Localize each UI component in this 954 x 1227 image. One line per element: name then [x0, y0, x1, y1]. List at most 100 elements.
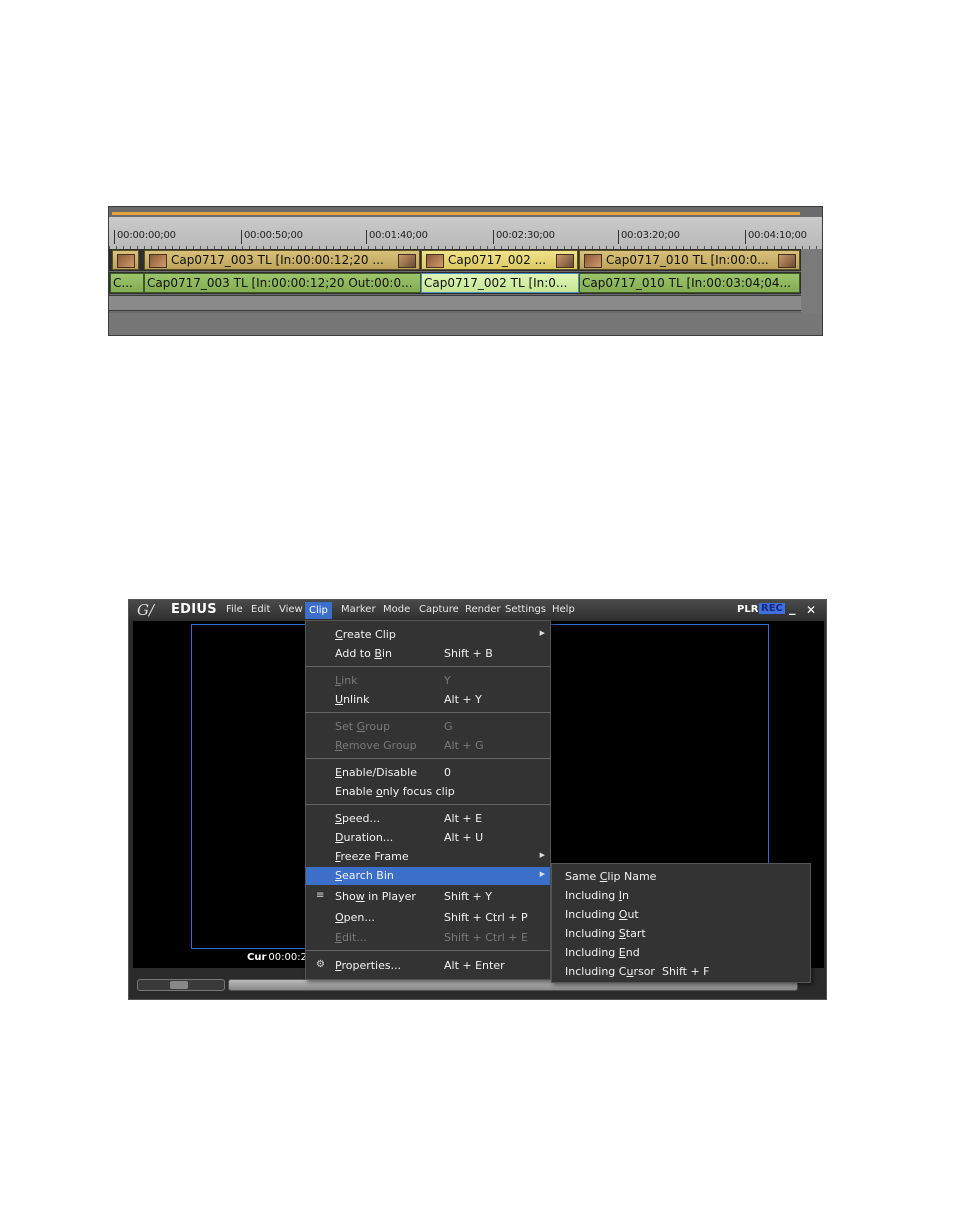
clip-label: Cap0717_002 TL [In:0... [424, 276, 568, 290]
submenu-item-including-in[interactable]: Including In [552, 886, 810, 904]
shortcut: Alt + Enter [444, 959, 505, 972]
submenu-item-including-cursor[interactable]: Including Cursor Shift + F [552, 962, 810, 980]
menu-item-create-clip[interactable]: Create Clip ▶ [306, 626, 550, 644]
menu-item-open[interactable]: Open... Shift + Ctrl + P [306, 909, 550, 927]
menu-separator [306, 804, 550, 805]
video-clip-selected[interactable]: Cap0717_002 ... [421, 250, 578, 270]
video-track: Cap0717_003 TL [In:00:00:12;20 ... Cap07… [109, 249, 801, 271]
plr-mode-button[interactable]: PLR [737, 604, 758, 615]
menu-item-show-in-player[interactable]: ≡ Show in Player Shift + Y [306, 888, 550, 906]
menu-file[interactable]: File [224, 604, 245, 615]
menu-item-properties[interactable]: ⚙ Properties... Alt + Enter [306, 957, 550, 975]
minimize-button[interactable]: _ [789, 601, 796, 616]
ruler-tick: 00:00:50;00 [241, 230, 303, 244]
menu-item-freeze-frame[interactable]: Freeze Frame ▶ [306, 848, 550, 866]
search-bin-submenu: Same Clip Name Including In Including Ou… [551, 863, 811, 983]
audio-clip[interactable]: Cap0717_010 TL [In:00:03:04;04... [579, 273, 800, 293]
audio-clip-selected[interactable]: Cap0717_002 TL [In:0... [421, 273, 579, 293]
ruler-tick: 00:00:00;00 [114, 230, 176, 244]
menu-help[interactable]: Help [550, 604, 577, 615]
menu-item-speed[interactable]: Speed... Alt + E [306, 810, 550, 828]
submenu-item-same-clip-name[interactable]: Same Clip Name [552, 867, 810, 885]
cur-label: Cur [247, 952, 267, 963]
submenu-item-including-out[interactable]: Including Out [552, 905, 810, 923]
track-end-area [801, 249, 822, 313]
menu-item-set-group: Set Group G [335, 720, 453, 733]
menu-capture[interactable]: Capture [417, 604, 461, 615]
menu-separator [306, 666, 550, 667]
shortcut: Shift + B [444, 647, 493, 660]
menu-edit[interactable]: Edit [249, 604, 272, 615]
submenu-arrow-icon: ▶ [539, 851, 545, 859]
menu-view[interactable]: View [277, 604, 305, 615]
clip-thumbnail-icon [149, 253, 167, 268]
menu-settings[interactable]: Settings [503, 604, 548, 615]
shortcut: Shift + Ctrl + E [444, 931, 528, 944]
gv-logo: G∕ [137, 601, 155, 619]
cursor-timecode: Cur 00:00:2 [247, 952, 307, 963]
clip-label: Cap0717_003 TL [In:00:00:12;20 ... [171, 253, 384, 267]
shortcut: Shift + F [661, 965, 710, 978]
audio-clip[interactable]: C... [110, 273, 144, 293]
empty-track[interactable] [109, 295, 801, 311]
shortcut: Alt + Y [444, 693, 482, 706]
menu-item-search-bin[interactable]: Search Bin ▶ [306, 867, 550, 885]
video-clip[interactable]: Cap0717_003 TL [In:00:00:12;20 ... [144, 250, 420, 270]
ruler-tick: 00:01:40;00 [366, 230, 428, 244]
clip-label: C... [113, 276, 133, 290]
submenu-item-including-end[interactable]: Including End [552, 943, 810, 961]
shuttle-knob[interactable] [170, 981, 188, 989]
clip-thumbnail-icon [117, 253, 135, 268]
shortcut: 0 [444, 766, 451, 779]
menu-item-duration[interactable]: Duration... Alt + U [306, 829, 550, 847]
menu-bar: G∕ EDIUS File Edit View Clip Marker Mode… [129, 600, 826, 621]
clip-menu: Create Clip ▶ Add to Bin Shift + B Link … [305, 620, 551, 980]
menu-item-enable-only-focus-clip[interactable]: Enable only focus clip [306, 783, 550, 801]
timeline-empty-area [109, 313, 822, 335]
menu-item-edit: Edit... Shift + Ctrl + E [335, 931, 528, 944]
clip-label: Cap0717_010 TL [In:00:0... [606, 253, 769, 267]
rec-mode-button[interactable]: REC [759, 603, 785, 614]
timeline-panel: 00:00:00;00 00:00:50;00 00:01:40;00 00:0… [108, 206, 823, 336]
audio-clip[interactable]: Cap0717_003 TL [In:00:00:12;20 Out:00:0.… [144, 273, 421, 293]
shortcut: Shift + Ctrl + P [444, 911, 528, 924]
submenu-arrow-icon: ▶ [539, 629, 545, 637]
clip-end-thumbnail-icon [398, 254, 416, 268]
menu-item-add-to-bin[interactable]: Add to Bin Shift + B [306, 645, 550, 663]
clip-end-thumbnail-icon [778, 254, 796, 268]
ruler-tick: 00:02:30;00 [493, 230, 555, 244]
clip-end-thumbnail-icon [556, 254, 574, 268]
properties-icon: ⚙ [316, 959, 325, 970]
close-button[interactable]: ✕ [806, 603, 816, 617]
app-name: EDIUS [171, 602, 217, 617]
menu-clip[interactable]: Clip [305, 602, 332, 619]
player-icon: ≡ [316, 890, 325, 901]
menu-separator [306, 758, 550, 759]
menu-separator [306, 712, 550, 713]
video-clip-head[interactable] [112, 250, 139, 270]
clip-label: Cap0717_002 ... [448, 253, 547, 267]
audio-track: C... Cap0717_003 TL [In:00:00:12;20 Out:… [109, 272, 801, 294]
shuttle-slider[interactable] [137, 979, 225, 991]
ruler-tick: 00:04:10;00 [745, 230, 807, 244]
video-clip[interactable]: Cap0717_010 TL [In:00:0... [579, 250, 800, 270]
menu-item-enable-disable[interactable]: Enable/Disable 0 [306, 764, 550, 782]
shortcut: Alt + E [444, 812, 483, 825]
menu-mode[interactable]: Mode [381, 604, 412, 615]
clip-label: Cap0717_010 TL [In:00:03:04;04... [582, 276, 791, 290]
clip-label: Cap0717_003 TL [In:00:00:12;20 Out:00:0.… [147, 276, 413, 290]
shortcut: G [444, 720, 453, 733]
shortcut: Alt + U [444, 831, 484, 844]
submenu-item-including-start[interactable]: Including Start [552, 924, 810, 942]
menu-separator [306, 950, 550, 951]
render-status-bar [112, 212, 800, 215]
menu-marker[interactable]: Marker [339, 604, 378, 615]
menu-render[interactable]: Render [463, 604, 503, 615]
menu-item-link: Link Y [335, 674, 451, 687]
menu-item-remove-group: Remove Group Alt + G [335, 739, 484, 752]
shortcut: Alt + G [444, 739, 484, 752]
clip-thumbnail-icon [426, 253, 444, 268]
menu-item-unlink[interactable]: Unlink Alt + Y [306, 691, 550, 709]
shortcut: Shift + Y [444, 890, 492, 903]
ruler-tick: 00:03:20;00 [618, 230, 680, 244]
